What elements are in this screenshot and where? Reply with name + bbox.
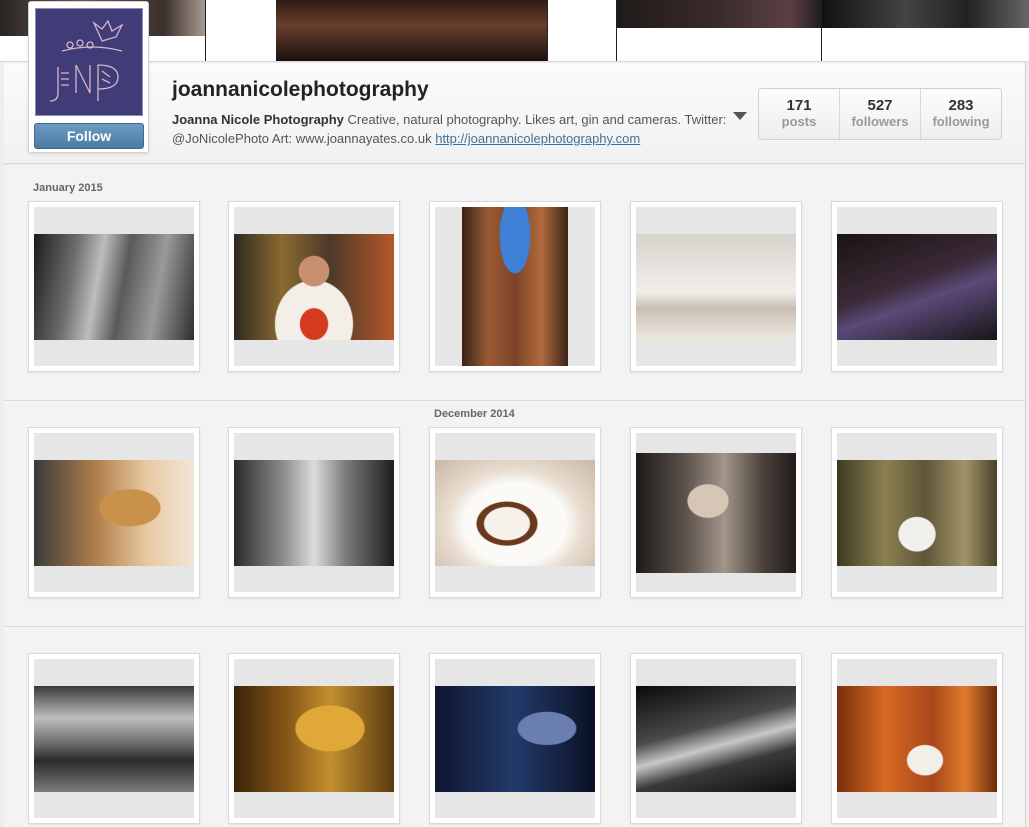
photo-card[interactable] xyxy=(429,427,601,598)
photo-card[interactable] xyxy=(28,201,200,372)
profile-stats: 171 posts 527 followers 283 following xyxy=(758,88,1002,140)
profile-full-name: Joanna Nicole Photography xyxy=(172,112,344,127)
photo xyxy=(636,686,796,792)
cover-photo xyxy=(617,0,822,61)
photo xyxy=(462,207,568,366)
photo xyxy=(435,460,595,566)
more-options-caret-icon[interactable] xyxy=(733,112,747,120)
profile-bio: Joanna Nicole Photography Creative, natu… xyxy=(172,110,732,148)
avatar-logo-icon: JNP xyxy=(36,9,142,115)
feed-divider xyxy=(4,626,1025,627)
photo-frame xyxy=(34,659,194,818)
stat-posts-number: 171 xyxy=(786,97,812,114)
photo-frame xyxy=(435,659,595,818)
cover-photo xyxy=(548,0,617,61)
feed-divider xyxy=(4,400,1025,401)
cover-photo xyxy=(822,0,1029,61)
photo-frame xyxy=(837,207,997,366)
photo-card[interactable] xyxy=(831,201,1003,372)
photo-frame xyxy=(636,207,796,366)
photo xyxy=(636,234,796,340)
photo xyxy=(234,686,394,792)
photo-card[interactable] xyxy=(228,427,400,598)
cover-photo-strip xyxy=(0,0,1029,62)
stat-followers-label: followers xyxy=(851,114,909,129)
photo xyxy=(34,686,194,792)
photo-card[interactable] xyxy=(831,653,1003,824)
month-label: January 2015 xyxy=(33,182,103,194)
photo-frame xyxy=(234,659,394,818)
photo xyxy=(837,234,997,340)
profile-username: joannanicolephotography xyxy=(172,78,429,101)
photo xyxy=(837,460,997,566)
photo-card[interactable] xyxy=(429,653,601,824)
photo-card[interactable] xyxy=(831,427,1003,598)
photo-card[interactable] xyxy=(228,653,400,824)
photo-card[interactable] xyxy=(28,653,200,824)
photo-card[interactable] xyxy=(28,427,200,598)
photo xyxy=(34,234,194,340)
photo-frame xyxy=(837,433,997,592)
stat-posts[interactable]: 171 posts xyxy=(759,89,840,139)
photo xyxy=(234,460,394,566)
photo-frame xyxy=(34,207,194,366)
photo-frame xyxy=(636,433,796,592)
photo xyxy=(34,460,194,566)
photo-frame xyxy=(435,207,595,366)
month-label: December 2014 xyxy=(434,408,515,420)
stat-posts-label: posts xyxy=(781,114,817,129)
photo-frame xyxy=(234,433,394,592)
photo-frame xyxy=(234,207,394,366)
follow-button[interactable]: Follow xyxy=(34,123,144,149)
profile-website-link[interactable]: http://joannanicolephotography.com xyxy=(435,131,640,146)
photo-card[interactable] xyxy=(228,201,400,372)
photo-frame xyxy=(435,433,595,592)
photo-card[interactable] xyxy=(630,427,802,598)
photo xyxy=(636,453,796,573)
stat-following-number: 283 xyxy=(948,97,974,114)
photo xyxy=(234,234,394,340)
right-border xyxy=(1025,62,1026,827)
photo-card[interactable] xyxy=(630,653,802,824)
cover-photo xyxy=(276,0,548,61)
photo-card[interactable] xyxy=(630,201,802,372)
photo-card[interactable] xyxy=(429,201,601,372)
avatar[interactable]: JNP xyxy=(35,8,143,116)
stat-followers[interactable]: 527 followers xyxy=(840,89,921,139)
photo-frame xyxy=(636,659,796,818)
photo xyxy=(837,686,997,792)
avatar-card: JNP Follow xyxy=(28,1,149,153)
cover-photo xyxy=(206,0,276,61)
stat-following-label: following xyxy=(932,114,990,129)
photo-frame xyxy=(837,659,997,818)
stat-followers-number: 527 xyxy=(867,97,893,114)
stat-following[interactable]: 283 following xyxy=(921,89,1001,139)
photo xyxy=(435,686,595,792)
photo-frame xyxy=(34,433,194,592)
